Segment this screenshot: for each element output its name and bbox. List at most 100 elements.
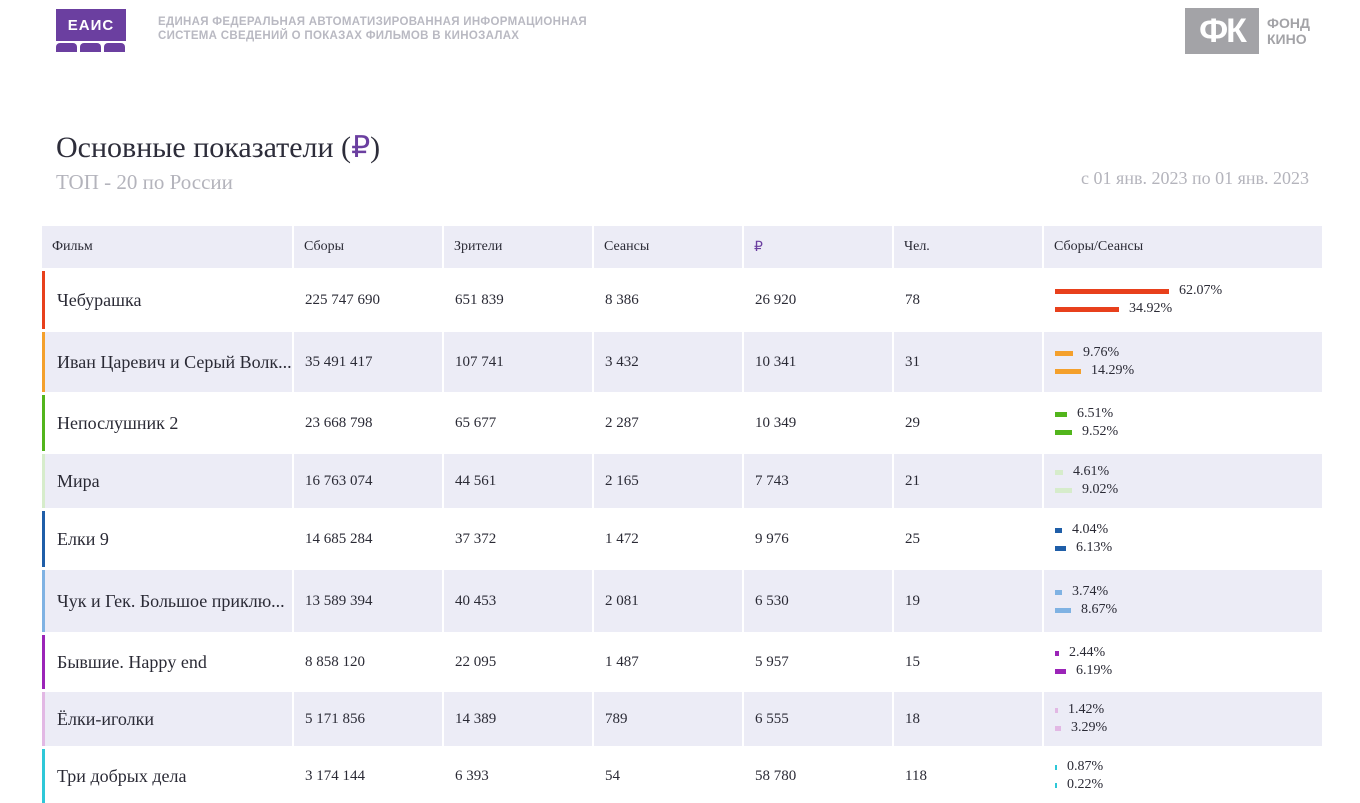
cell-avg-price: 10 349 <box>742 395 892 451</box>
sessions-share-label: 6.13% <box>1076 540 1113 555</box>
sessions-share-bar <box>1055 607 1071 613</box>
cell-avg-price: 58 780 <box>742 749 892 803</box>
cell-gross: 5 171 856 <box>292 692 442 746</box>
cell-per-session: 19 <box>892 570 1042 632</box>
fond-kino-logo[interactable]: ФК ФОНД КИНО <box>1185 8 1310 54</box>
cell-ratio: 3.74% 8.67% <box>1042 570 1322 632</box>
sessions-share-label: 9.02% <box>1082 482 1119 497</box>
row-color-stripe <box>42 332 45 392</box>
row-color-stripe <box>42 395 45 451</box>
cell-ratio: 4.61% 9.02% <box>1042 454 1322 508</box>
sessions-share-line: 9.02% <box>1055 482 1118 499</box>
row-color-stripe <box>42 692 45 746</box>
cell-sessions: 2 081 <box>592 570 742 632</box>
column-header-avg-price[interactable]: ₽ <box>742 226 892 268</box>
table-row[interactable]: Мира 16 763 074 44 561 2 165 7 743 21 4.61% 9.0… <box>42 451 1322 508</box>
cell-sessions: 1 487 <box>592 635 742 689</box>
cell-sessions: 789 <box>592 692 742 746</box>
table-row[interactable]: Елки 9 14 685 284 37 372 1 472 9 976 25 4.04% 6… <box>42 508 1322 567</box>
row-color-stripe <box>42 454 45 508</box>
cell-viewers: 14 389 <box>442 692 592 746</box>
column-header-ratio[interactable]: Сборы/Сеансы <box>1042 226 1322 268</box>
cell-film[interactable]: Три добрых дела <box>42 749 292 803</box>
gross-share-line: 62.07% <box>1055 283 1222 300</box>
cell-avg-price: 7 743 <box>742 454 892 508</box>
gross-share-label: 4.04% <box>1072 522 1109 537</box>
cell-per-session: 31 <box>892 332 1042 392</box>
cell-sessions: 8 386 <box>592 271 742 329</box>
cell-viewers: 44 561 <box>442 454 592 508</box>
eais-logo[interactable]: ЕАИС <box>56 9 126 55</box>
system-name-line-1: ЕДИНАЯ ФЕДЕРАЛЬНАЯ АВТОМАТИЗИРОВАННАЯ ИН… <box>158 16 587 28</box>
cell-ratio: 4.04% 6.13% <box>1042 511 1322 567</box>
eais-logo-text: ЕАИС <box>56 9 126 41</box>
table-row[interactable]: Ёлки-иголки 5 171 856 14 389 789 6 555 18 1.42… <box>42 689 1322 746</box>
page-subtitle: ТОП - 20 по России <box>56 170 233 194</box>
gross-share-label: 62.07% <box>1179 283 1223 298</box>
cell-avg-price: 5 957 <box>742 635 892 689</box>
fk-logo-mark: ФК <box>1185 8 1259 54</box>
fk-logo-line-2: КИНО <box>1267 31 1307 47</box>
table-row[interactable]: Три добрых дела 3 174 144 6 393 54 58 780 118… <box>42 746 1322 803</box>
table-row[interactable]: Чебурашка 225 747 690 651 839 8 386 26 920 78… <box>42 268 1322 329</box>
cell-film[interactable]: Мира <box>42 454 292 508</box>
cell-film[interactable]: Непослушник 2 <box>42 395 292 451</box>
sessions-share-label: 9.52% <box>1082 424 1119 439</box>
row-color-stripe <box>42 749 45 803</box>
cell-sessions: 3 432 <box>592 332 742 392</box>
sessions-share-line: 34.92% <box>1055 301 1172 318</box>
table-row[interactable]: Иван Царевич и Серый Волк... 35 491 417 10… <box>42 329 1322 392</box>
cell-film[interactable]: Чук и Гек. Большое приклю... <box>42 570 292 632</box>
cell-avg-price: 9 976 <box>742 511 892 567</box>
column-header-sessions[interactable]: Сеансы <box>592 226 742 268</box>
gross-share-bar <box>1055 411 1067 417</box>
table-row[interactable]: Бывшие. Happy end 8 858 120 22 095 1 487 5 9… <box>42 632 1322 689</box>
page-title-close: ) <box>370 131 381 164</box>
gross-share-line: 4.61% <box>1055 464 1109 481</box>
column-header-film[interactable]: Фильм <box>42 226 292 268</box>
sessions-share-label: 14.29% <box>1091 363 1135 378</box>
sessions-share-label: 3.29% <box>1071 720 1108 735</box>
gross-share-label: 1.42% <box>1068 702 1105 717</box>
column-header-per-session[interactable]: Чел. <box>892 226 1042 268</box>
gross-share-label: 4.61% <box>1073 464 1110 479</box>
cell-film[interactable]: Елки 9 <box>42 511 292 567</box>
table-row[interactable]: Чук и Гек. Большое приклю... 13 589 394 40… <box>42 567 1322 632</box>
sessions-share-line: 3.29% <box>1055 720 1107 737</box>
cell-film[interactable]: Ёлки-иголки <box>42 692 292 746</box>
cell-ratio: 1.42% 3.29% <box>1042 692 1322 746</box>
gross-share-bar <box>1055 650 1059 656</box>
page-title: Основные показатели (₽) <box>56 130 380 165</box>
cell-ratio: 9.76% 14.29% <box>1042 332 1322 392</box>
column-header-gross[interactable]: Сборы <box>292 226 442 268</box>
gross-share-label: 6.51% <box>1077 406 1114 421</box>
cell-gross: 16 763 074 <box>292 454 442 508</box>
period-label: с 01 янв. 2023 по 01 янв. 2023 <box>1081 168 1309 188</box>
cell-viewers: 22 095 <box>442 635 592 689</box>
sessions-share-bar <box>1055 668 1066 674</box>
sessions-share-line: 0.22% <box>1055 777 1103 794</box>
gross-share-line: 9.76% <box>1055 345 1119 362</box>
cinema-seats-icon <box>56 43 126 52</box>
gross-share-line: 4.04% <box>1055 522 1108 539</box>
table-row[interactable]: Непослушник 2 23 668 798 65 677 2 287 10 349… <box>42 392 1322 451</box>
cell-film[interactable]: Чебурашка <box>42 271 292 329</box>
gross-share-bar <box>1055 707 1058 713</box>
cell-per-session: 29 <box>892 395 1042 451</box>
sessions-share-label: 34.92% <box>1129 301 1173 316</box>
cell-gross: 225 747 690 <box>292 271 442 329</box>
cell-sessions: 2 287 <box>592 395 742 451</box>
cell-avg-price: 10 341 <box>742 332 892 392</box>
page-title-text: Основные показатели ( <box>56 131 352 164</box>
table-body: Чебурашка 225 747 690 651 839 8 386 26 920 78… <box>42 268 1322 803</box>
column-header-viewers[interactable]: Зрители <box>442 226 592 268</box>
cell-per-session: 25 <box>892 511 1042 567</box>
fk-logo-text: ФОНД КИНО <box>1267 15 1310 47</box>
row-color-stripe <box>42 635 45 689</box>
cell-ratio: 0.87% 0.22% <box>1042 749 1322 803</box>
cell-viewers: 107 741 <box>442 332 592 392</box>
sessions-share-line: 6.19% <box>1055 663 1112 680</box>
cell-viewers: 40 453 <box>442 570 592 632</box>
cell-film[interactable]: Бывшие. Happy end <box>42 635 292 689</box>
cell-film[interactable]: Иван Царевич и Серый Волк... <box>42 332 292 392</box>
